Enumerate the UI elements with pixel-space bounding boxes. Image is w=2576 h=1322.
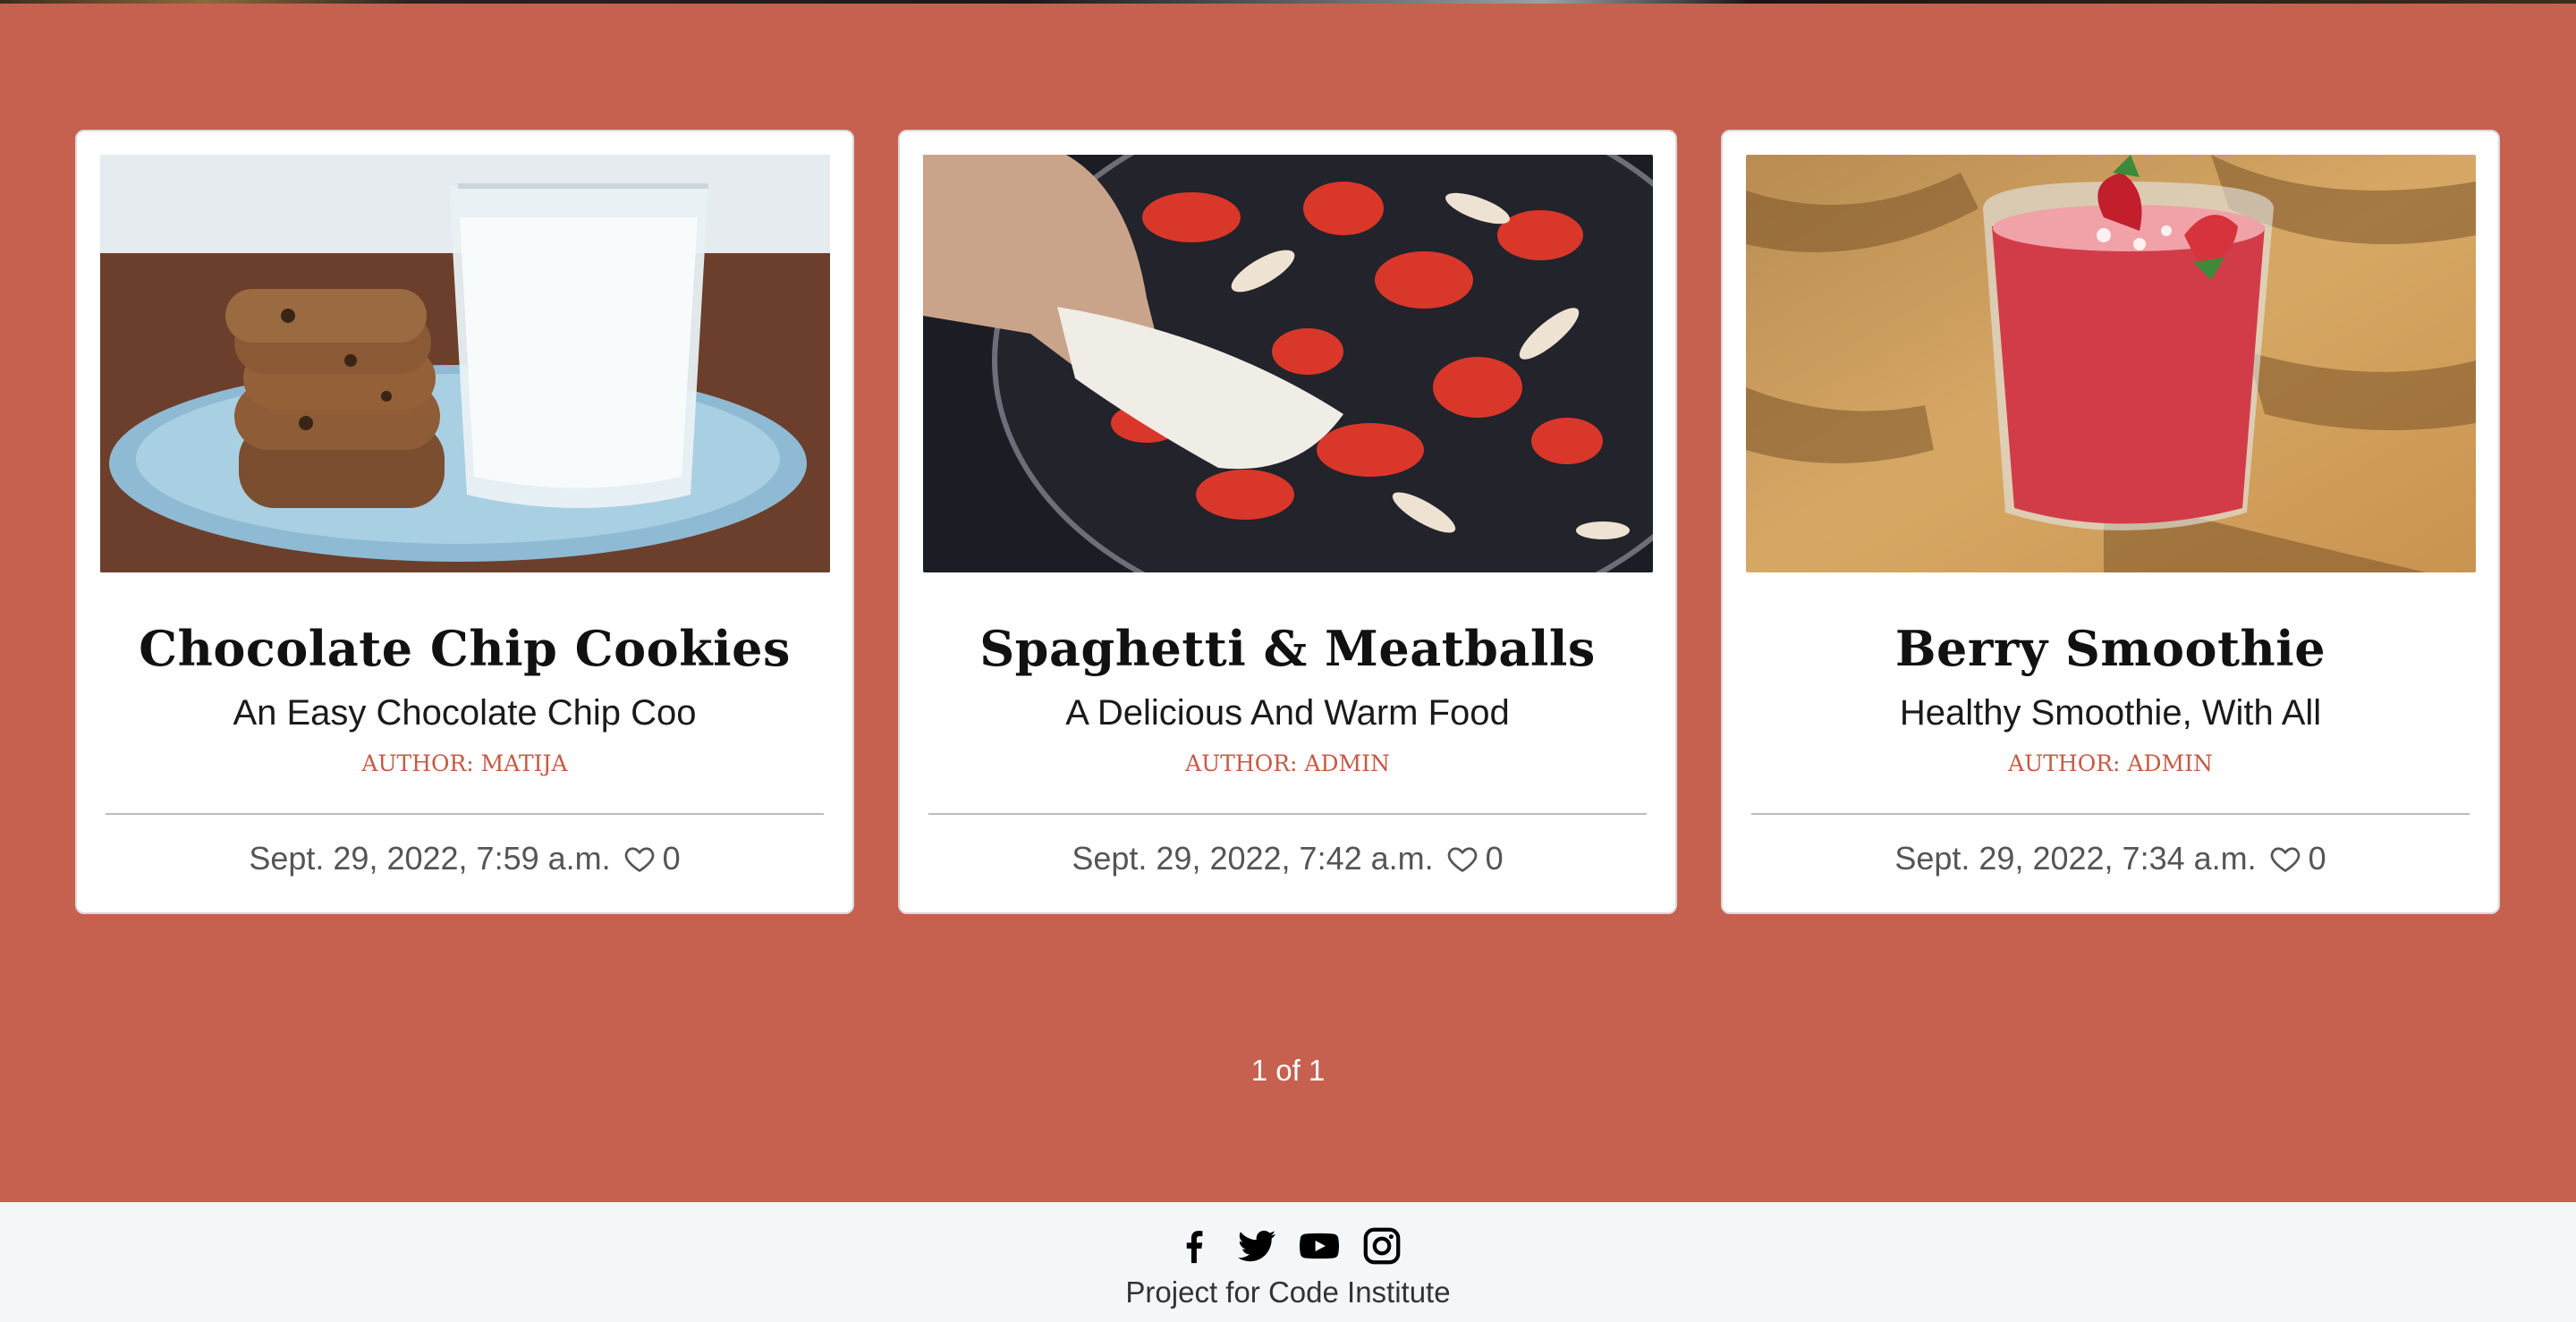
recipe-subtitle: Healthy Smoothie, With All <box>1899 693 2322 733</box>
hero-image-bottom-edge <box>0 0 2576 4</box>
card-meta: Sept. 29, 2022, 7:34 a.m. 0 <box>1723 840 2498 877</box>
recipe-date: Sept. 29, 2022, 7:42 a.m. <box>1072 840 1434 877</box>
card-meta: Sept. 29, 2022, 7:42 a.m. 0 <box>900 840 1675 877</box>
twitter-icon[interactable] <box>1236 1225 1277 1267</box>
youtube-icon[interactable] <box>1299 1225 1340 1267</box>
card-divider <box>1751 813 2470 815</box>
card-divider <box>928 813 1647 815</box>
recipe-card[interactable]: Berry Smoothie Healthy Smoothie, With Al… <box>1721 130 2500 914</box>
recipe-title[interactable]: Chocolate Chip Cookies <box>77 620 852 677</box>
recipe-card[interactable]: Chocolate Chip Cookies An Easy Chocolate… <box>75 130 854 914</box>
instagram-icon[interactable] <box>1361 1225 1402 1267</box>
recipe-image-spaghetti[interactable] <box>923 155 1653 572</box>
like-count: 0 <box>1485 840 1504 877</box>
recipe-author: Author: admin <box>2008 750 2213 776</box>
facebook-icon[interactable] <box>1174 1225 1215 1267</box>
heart-icon[interactable] <box>1446 843 1479 875</box>
recipe-subtitle: A Delicious And Warm Food <box>1065 693 1510 733</box>
footer-credit: Project for Code Institute <box>1125 1275 1451 1309</box>
heart-icon[interactable] <box>2269 843 2301 875</box>
card-divider <box>106 813 824 815</box>
recipe-date: Sept. 29, 2022, 7:59 a.m. <box>249 840 611 877</box>
recipe-image-cookies[interactable] <box>100 155 830 572</box>
recipe-card-grid: Chocolate Chip Cookies An Easy Chocolate… <box>75 130 2501 914</box>
heart-icon[interactable] <box>623 843 656 875</box>
recipe-image-smoothie[interactable] <box>1746 155 2476 572</box>
site-footer: Project for Code Institute <box>0 1202 2576 1322</box>
recipe-author: Author: matija <box>361 750 568 776</box>
like-count: 0 <box>2308 840 2326 877</box>
social-links <box>0 1225 2576 1267</box>
recipe-card[interactable]: Spaghetti & Meatballs A Delicious And Wa… <box>898 130 1677 914</box>
recipe-author: Author: admin <box>1185 750 1390 776</box>
like-count: 0 <box>662 840 681 877</box>
recipe-date: Sept. 29, 2022, 7:34 a.m. <box>1894 840 2257 877</box>
recipe-subtitle: An Easy Chocolate Chip Coo <box>233 693 697 733</box>
recipe-title[interactable]: Spaghetti & Meatballs <box>900 620 1675 677</box>
card-meta: Sept. 29, 2022, 7:59 a.m. 0 <box>77 840 852 877</box>
pagination-status: 1 of 1 <box>1250 1054 1326 1087</box>
recipe-title[interactable]: Berry Smoothie <box>1723 620 2498 677</box>
